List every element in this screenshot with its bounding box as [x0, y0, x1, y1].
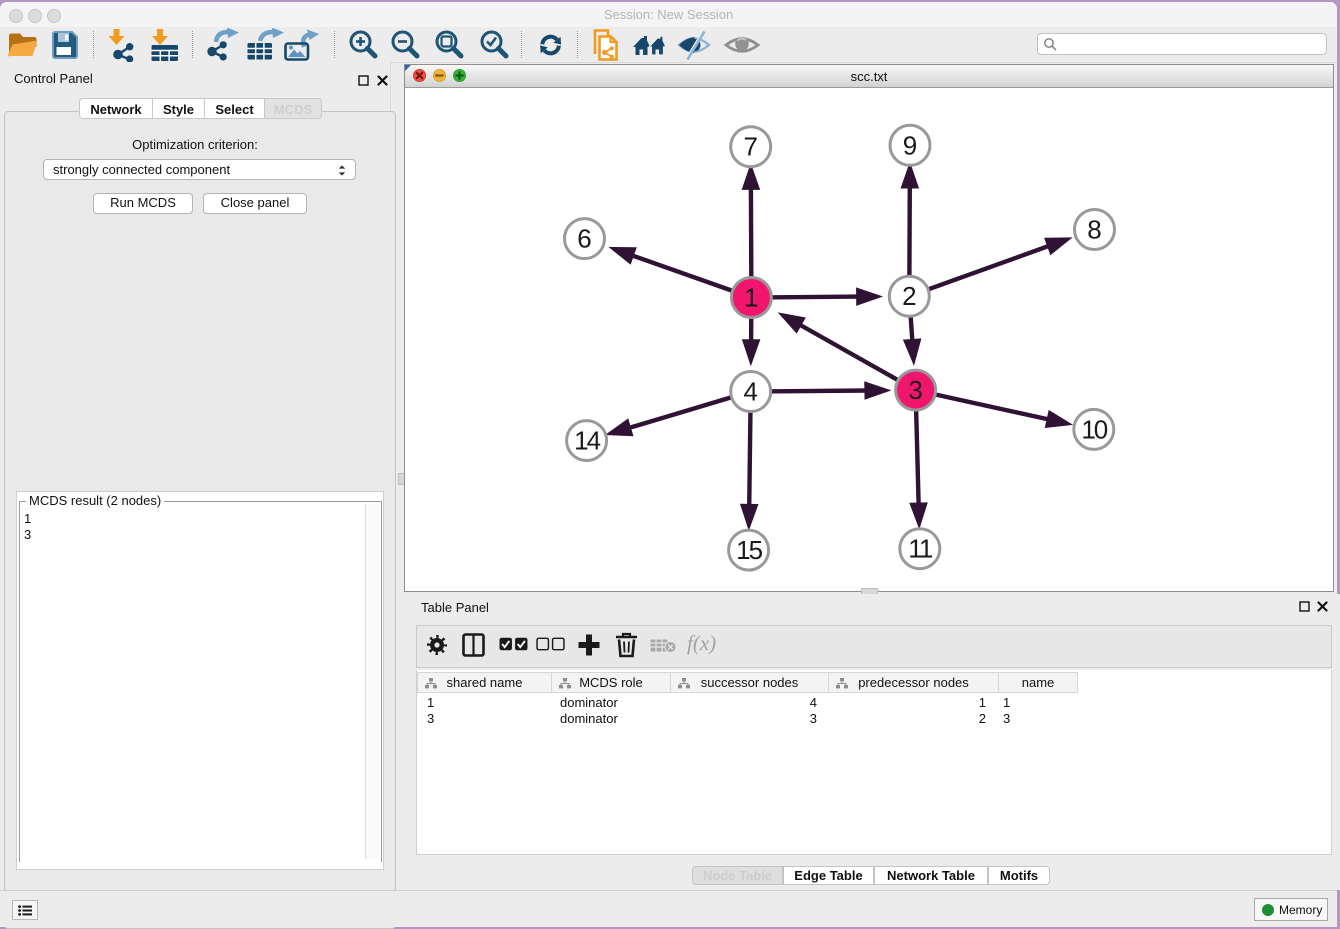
svg-text:6: 6 — [577, 224, 591, 254]
svg-text:3: 3 — [908, 375, 922, 405]
svg-text:7: 7 — [743, 132, 757, 162]
svg-text:11: 11 — [908, 534, 933, 564]
svg-text:10: 10 — [1081, 414, 1107, 444]
svg-text:1: 1 — [744, 283, 758, 313]
svg-text:15: 15 — [736, 535, 762, 565]
svg-text:2: 2 — [902, 281, 916, 311]
svg-text:8: 8 — [1087, 215, 1101, 245]
svg-text:9: 9 — [903, 130, 917, 160]
svg-text:14: 14 — [574, 426, 600, 456]
svg-text:4: 4 — [743, 377, 757, 407]
